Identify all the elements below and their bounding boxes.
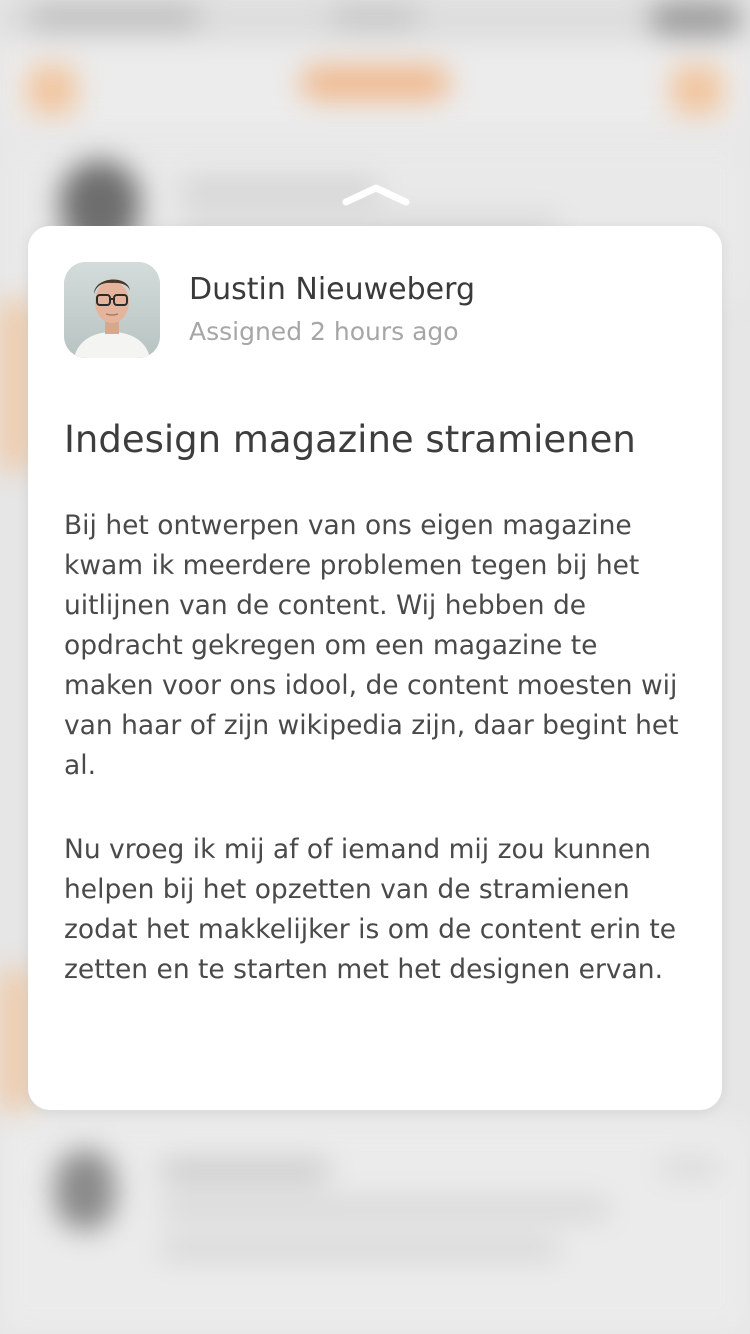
question-preview-card[interactable]: Dustin Nieuweberg Assigned 2 hours ago I… xyxy=(28,226,722,1110)
chevron-up-icon[interactable] xyxy=(340,180,412,208)
body-paragraph: Bij het ontwerpen van ons eigen magazine… xyxy=(64,510,679,781)
assigned-timestamp: Assigned 2 hours ago xyxy=(189,317,459,346)
background-nav-title xyxy=(300,66,450,100)
background-text-line xyxy=(160,1240,560,1258)
body-paragraph: Nu vroeg ik mij af of iemand mij zou kun… xyxy=(64,834,677,985)
background-status-bar xyxy=(0,0,750,40)
background-nav-right-button xyxy=(672,66,722,114)
question-title: Indesign magazine stramienen xyxy=(64,418,636,461)
question-body: Bij het ontwerpen van ons eigen magazine… xyxy=(64,506,694,1034)
background-avatar xyxy=(55,1150,115,1230)
background-accent xyxy=(0,970,30,1110)
background-battery xyxy=(650,2,740,36)
background-text-line xyxy=(660,1160,720,1176)
avatar-portrait xyxy=(64,262,160,358)
background-nav-left-button xyxy=(28,66,76,114)
background-accent xyxy=(0,300,30,470)
background-clock xyxy=(330,6,420,28)
screen: Dustin Nieuweberg Assigned 2 hours ago I… xyxy=(0,0,750,1334)
background-text-line xyxy=(160,1160,330,1182)
background-nav-bar xyxy=(0,40,750,130)
author-name: Dustin Nieuweberg xyxy=(189,272,475,307)
background-text-line xyxy=(160,1200,610,1218)
background-carrier xyxy=(30,6,200,28)
author-avatar xyxy=(64,262,160,358)
background-list-item xyxy=(0,1120,750,1334)
